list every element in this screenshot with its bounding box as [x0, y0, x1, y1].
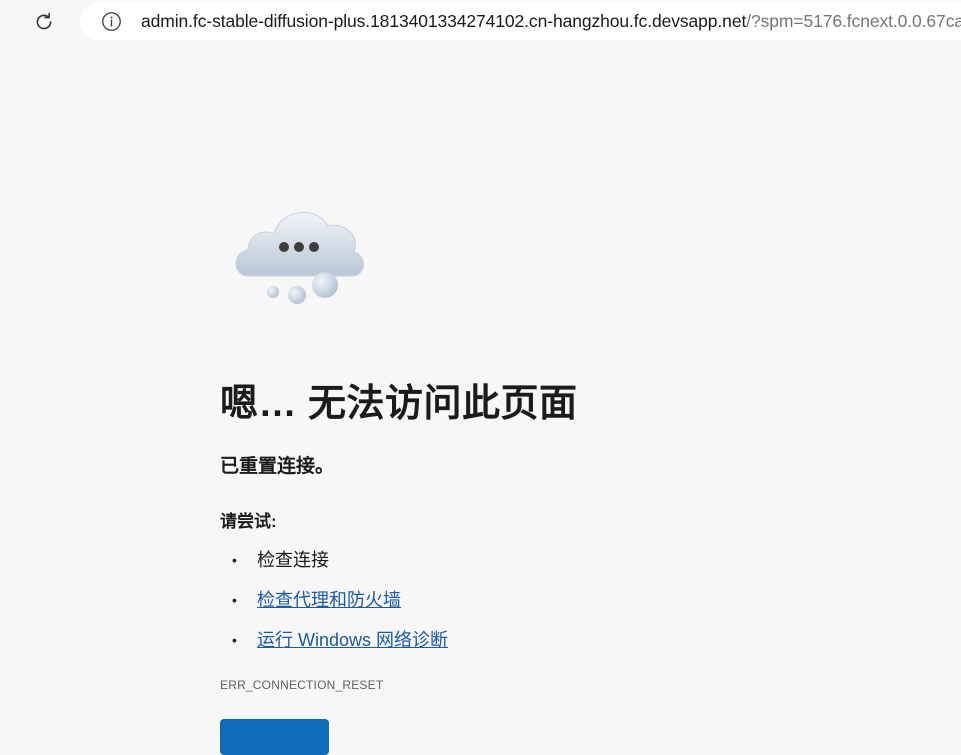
url-path: /?spm=5176.fcnext.0.0.67ca: [746, 10, 961, 31]
bullet: •: [232, 592, 237, 608]
try-label: 请尝试:: [220, 512, 277, 531]
reload-button[interactable]: [28, 6, 60, 38]
error-subtitle: 已重置连接。: [220, 456, 335, 477]
info-icon[interactable]: [100, 10, 122, 32]
browser-toolbar: admin.fc-stable-diffusion-plus.181340133…: [0, 0, 961, 44]
refresh-button[interactable]: [220, 719, 329, 755]
run-network-diagnostics-link[interactable]: 运行 Windows 网络诊断: [257, 630, 448, 650]
check-proxy-firewall-link[interactable]: 检查代理和防火墙: [257, 590, 401, 610]
suggestion-item: • 运行 Windows 网络诊断: [220, 620, 448, 660]
page-title: 嗯… 无法访问此页面: [220, 383, 578, 425]
suggestion-item: • 检查代理和防火墙: [220, 580, 448, 620]
suggestion-list: • 检查连接 • 检查代理和防火墙 • 运行 Windows 网络诊断: [220, 540, 448, 660]
cloud-illustration: [235, 211, 364, 304]
bullet: •: [232, 552, 237, 568]
suggestion-check-connection: 检查连接: [257, 550, 329, 570]
url-text[interactable]: admin.fc-stable-diffusion-plus.181340133…: [141, 11, 961, 32]
error-code: ERR_CONNECTION_RESET: [220, 678, 384, 692]
bullet: •: [232, 632, 237, 648]
address-bar[interactable]: admin.fc-stable-diffusion-plus.181340133…: [80, 2, 961, 40]
url-host: admin.fc-stable-diffusion-plus.181340133…: [141, 10, 747, 31]
suggestion-item: • 检查连接: [220, 540, 448, 580]
reload-icon: [36, 12, 52, 30]
